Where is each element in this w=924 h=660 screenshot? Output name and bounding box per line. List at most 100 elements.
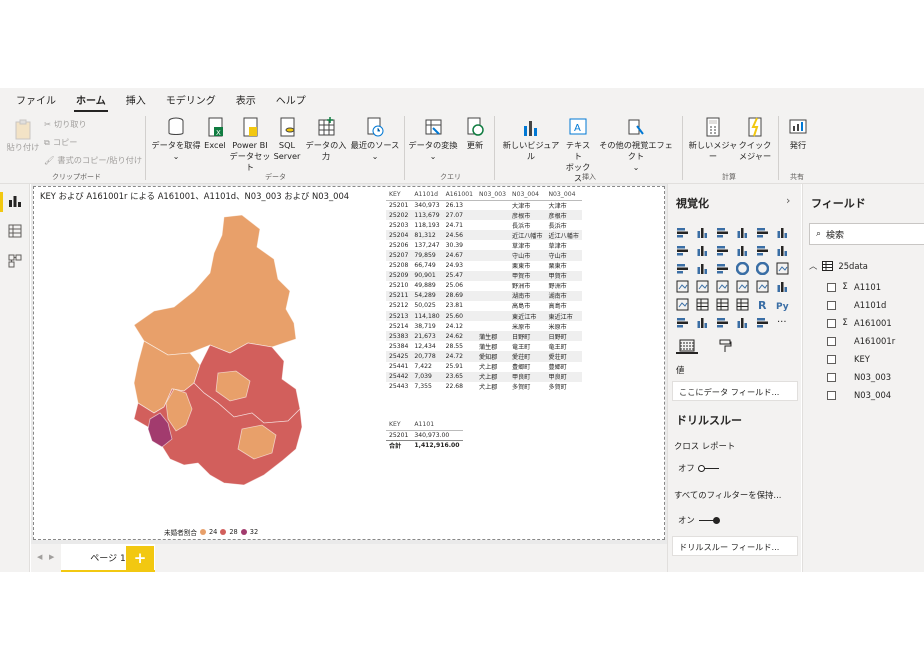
table-row[interactable]: 25383 21,673 24.62 蒲生郡 日野町 日野町 bbox=[386, 331, 582, 342]
paginated-icon[interactable] bbox=[754, 314, 770, 330]
table-row[interactable]: 25441 7,422 25.91 犬上郡 豊郷町 豊郷町 bbox=[386, 362, 582, 372]
table-row[interactable]: 25201 340,973 26.13 大津市 大津市 bbox=[386, 200, 582, 210]
table-row[interactable]: 25207 79,859 24.67 守山市 守山市 bbox=[386, 250, 582, 261]
table-row[interactable]: 25209 90,901 25.47 甲賀市 甲賀市 bbox=[386, 270, 582, 281]
tab-insert[interactable]: 挿入 bbox=[126, 92, 146, 112]
field-item[interactable]: N03_003 bbox=[827, 372, 891, 382]
filled-map-visual[interactable] bbox=[114, 213, 314, 513]
column-header[interactable]: N03_004 bbox=[509, 189, 546, 201]
table-row[interactable]: 25443 7,355 22.68 犬上郡 多賀町 多賀町 bbox=[386, 382, 582, 392]
keep-filters-toggle[interactable]: オン bbox=[678, 514, 720, 526]
ribbon-chart-icon[interactable] bbox=[774, 242, 790, 258]
table-row[interactable]: 25204 81,312 24.56 近江八幡市 近江八幡市 bbox=[386, 230, 582, 241]
treemap-icon[interactable] bbox=[774, 260, 790, 276]
stacked-bar-icon[interactable] bbox=[674, 224, 690, 240]
paste-button[interactable]: 貼り付け bbox=[6, 118, 40, 153]
new-visual-button[interactable]: 新しいビジュアル bbox=[500, 116, 562, 162]
cross-report-toggle[interactable]: オフ bbox=[678, 462, 719, 474]
tab-view[interactable]: 表示 bbox=[236, 92, 256, 112]
table-row[interactable]: 25211 54,289 28.69 湖南市 湖南市 bbox=[386, 290, 582, 301]
field-checkbox[interactable] bbox=[827, 336, 836, 346]
cut-button[interactable]: ✂ 切り取り bbox=[44, 118, 87, 130]
table-icon[interactable] bbox=[714, 296, 730, 312]
multirow-card-icon[interactable] bbox=[774, 278, 790, 294]
qa-icon[interactable] bbox=[714, 314, 730, 330]
next-page-icon[interactable]: ▶ bbox=[49, 553, 54, 561]
column-header[interactable]: N03_004 bbox=[545, 189, 582, 201]
card-icon[interactable] bbox=[754, 278, 770, 294]
100-bar-icon[interactable] bbox=[754, 224, 770, 240]
column-header[interactable]: KEY bbox=[386, 419, 412, 431]
stacked-area-icon[interactable] bbox=[714, 242, 730, 258]
drillthrough-well[interactable]: ドリルスルー フィールド... bbox=[672, 536, 798, 556]
sql-server-button[interactable]: SQL Server bbox=[272, 116, 302, 162]
transform-data-button[interactable]: データの変換 ⌄ bbox=[408, 116, 458, 162]
detail-table[interactable]: KEY A1101d A161001 N03_003 N03_004 N03_004 25… bbox=[386, 189, 582, 392]
refresh-button[interactable]: 更新 bbox=[462, 116, 488, 151]
format-painter-button[interactable]: 🖌 書式のコピー/貼り付け bbox=[44, 154, 142, 166]
waterfall-icon[interactable] bbox=[674, 260, 690, 276]
field-checkbox[interactable] bbox=[827, 354, 836, 364]
scatter-icon[interactable] bbox=[714, 260, 730, 276]
shape-map-icon[interactable] bbox=[714, 278, 730, 294]
map-region-north[interactable] bbox=[133, 214, 297, 356]
column-header[interactable]: KEY bbox=[386, 189, 412, 201]
map-icon[interactable] bbox=[674, 278, 690, 294]
data-view-icon[interactable] bbox=[8, 224, 22, 238]
quick-measure-button[interactable]: クイック メジャー bbox=[738, 116, 772, 162]
python-visual-icon[interactable]: Py bbox=[774, 296, 790, 312]
table-row[interactable]: 25203 118,193 24.71 長浜市 長浜市 bbox=[386, 220, 582, 230]
pie-chart-icon[interactable] bbox=[734, 260, 750, 276]
gauge-icon[interactable] bbox=[734, 278, 750, 294]
column-header[interactable]: N03_003 bbox=[476, 189, 510, 201]
line-column-icon[interactable] bbox=[734, 242, 750, 258]
table-row[interactable]: 25214 38,719 24.12 米原市 米原市 bbox=[386, 321, 582, 331]
powerbi-dataset-button[interactable]: Power BI データセット bbox=[229, 116, 271, 173]
tab-home[interactable]: ホーム bbox=[74, 92, 108, 112]
field-checkbox[interactable] bbox=[827, 390, 836, 400]
area-chart-icon[interactable] bbox=[694, 242, 710, 258]
table-row[interactable]: 25208 66,749 24.93 栗東市 栗東市 bbox=[386, 261, 582, 271]
add-page-button[interactable]: + bbox=[126, 546, 154, 570]
report-canvas[interactable]: KEY および A161001r による A161001、A1101d、N03_… bbox=[33, 186, 665, 540]
smart-narrative-icon[interactable] bbox=[734, 314, 750, 330]
matrix-icon[interactable] bbox=[734, 296, 750, 312]
format-tab[interactable] bbox=[714, 338, 736, 354]
previous-page-icon[interactable]: ◀ bbox=[37, 553, 42, 561]
column-header[interactable]: A1101 bbox=[411, 419, 463, 431]
more-visuals-icon[interactable]: ··· bbox=[774, 314, 790, 330]
field-item[interactable]: Σ A161001 bbox=[827, 318, 892, 328]
field-checkbox[interactable] bbox=[827, 318, 836, 328]
tab-help[interactable]: ヘルプ bbox=[276, 92, 306, 112]
filled-map-icon[interactable] bbox=[694, 278, 710, 294]
slicer-icon[interactable] bbox=[694, 296, 710, 312]
new-measure-button[interactable]: 新しいメジャー bbox=[688, 116, 738, 162]
decomposition-tree-icon[interactable] bbox=[694, 314, 710, 330]
table-row[interactable]: 25213 114,180 25.60 東近江市 東近江市 bbox=[386, 311, 582, 322]
kpi-icon[interactable] bbox=[674, 296, 690, 312]
field-item[interactable]: N03_004 bbox=[827, 390, 891, 400]
tab-modeling[interactable]: モデリング bbox=[166, 92, 216, 112]
excel-button[interactable]: X Excel bbox=[203, 116, 227, 151]
get-data-button[interactable]: データを取得 ⌄ bbox=[150, 116, 202, 162]
field-checkbox[interactable] bbox=[827, 372, 836, 382]
key-influencers-icon[interactable] bbox=[674, 314, 690, 330]
more-visuals-button[interactable]: その他の視覚エフェクト ⌄ bbox=[596, 116, 676, 173]
line-chart-icon[interactable] bbox=[674, 242, 690, 258]
field-search-input[interactable]: ⌕ 検索 bbox=[809, 223, 924, 245]
column-header[interactable]: A161001 bbox=[442, 189, 477, 201]
copy-button[interactable]: ⧉ コピー bbox=[44, 136, 77, 148]
table-row[interactable]: 25425 20,778 24.72 愛知郡 愛荘町 愛荘町 bbox=[386, 351, 582, 362]
table-row[interactable]: 25442 7,039 23.65 犬上郡 甲良町 甲良町 bbox=[386, 371, 582, 382]
field-item[interactable]: A1101d bbox=[827, 300, 886, 310]
model-view-icon[interactable] bbox=[8, 254, 22, 268]
table-row[interactable]: 25202 113,679 27.07 彦根市 彦根市 bbox=[386, 210, 582, 221]
report-view-icon[interactable] bbox=[8, 194, 22, 208]
field-item[interactable]: KEY bbox=[827, 354, 870, 364]
field-item[interactable]: Σ A1101 bbox=[827, 282, 881, 292]
funnel-icon[interactable] bbox=[694, 260, 710, 276]
table-row[interactable]: 25384 12,434 28.55 蒲生郡 竜王町 竜王町 bbox=[386, 341, 582, 351]
r-visual-icon[interactable]: R bbox=[754, 296, 770, 312]
stacked-column-icon[interactable] bbox=[694, 224, 710, 240]
fields-tab[interactable] bbox=[676, 338, 698, 354]
